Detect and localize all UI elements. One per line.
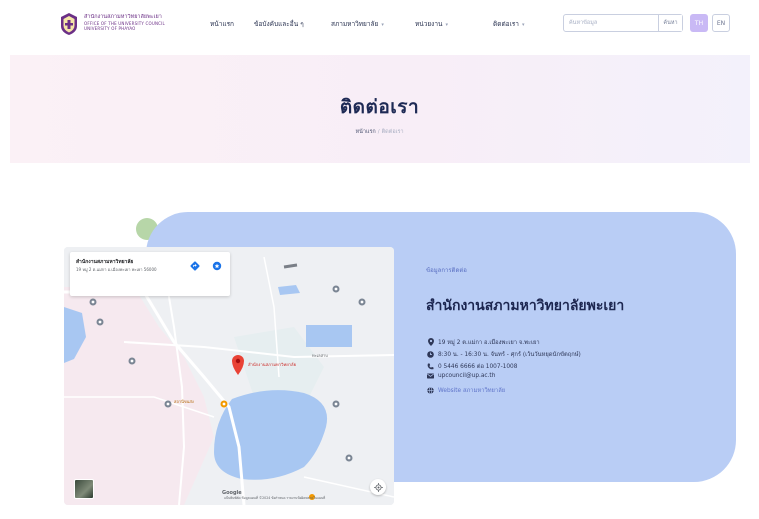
search-input[interactable] xyxy=(564,15,660,31)
crosshair-icon xyxy=(373,482,383,492)
logo-university-name: UNIVERSITY OF PHAYAO xyxy=(84,26,136,31)
contact-email[interactable]: upcouncil@up.ac.th xyxy=(426,373,495,379)
map-place-label: ทะเลสาบ xyxy=(312,353,328,358)
map-satellite-toggle[interactable] xyxy=(74,479,94,499)
location-pin-icon xyxy=(426,338,435,346)
nav-item-home[interactable]: หน้าแรก xyxy=(210,19,234,29)
nav-item-label: สภามหาวิทยาลัย xyxy=(331,20,379,28)
contact-website-text: Website สภามหาวิทยาลัย xyxy=(438,388,506,394)
nav-item-label: ติดต่อเรา xyxy=(493,20,519,28)
nav-item-departments[interactable]: หน่วยงาน ▾ xyxy=(415,19,448,29)
embedded-map[interactable]: สำนักงานสภามหาวิทยาลัย ทะเลสาบ สถานีขนส่… xyxy=(64,247,394,505)
phone-icon xyxy=(426,363,435,370)
map-info-card: สำนักงานสภามหาวิทยาลัย 19 หมู่ 2 ต.แม่กา… xyxy=(70,252,230,296)
map-info-address: 19 หมู่ 2 ต.แม่กา อ.เมืองพะเยา พะเยา 560… xyxy=(76,267,157,272)
contact-email-text: upcouncil@up.ac.th xyxy=(438,373,496,379)
nav-item-label: ข้อบังคับและอื่น ๆ xyxy=(254,20,304,28)
breadcrumb-separator: / xyxy=(377,129,380,135)
contact-hours: 8:30 น. - 16:30 น. จันทร์ - ศุกร์ (เว้นว… xyxy=(426,349,581,359)
contact-address-text: 19 หมู่ 2 ต.แม่กา อ.เมืองพะเยา จ.พะเยา xyxy=(438,340,540,346)
contact-hours-text: 8:30 น. - 16:30 น. จันทร์ - ศุกร์ (เว้นว… xyxy=(438,352,581,358)
map-pin-label[interactable]: สำนักงานสภามหาวิทยาลัย xyxy=(248,362,296,367)
logo-text[interactable]: สำนักงานสภามหาวิทยาลัยพะเยา OFFICE OF TH… xyxy=(84,14,194,31)
globe-icon xyxy=(426,386,435,394)
contact-website-link[interactable]: Website สภามหาวิทยาลัย xyxy=(426,385,505,395)
directions-icon[interactable] xyxy=(188,259,202,273)
contact-address: 19 หมู่ 2 ต.แม่กา อ.เมืองพะเยา จ.พะเยา xyxy=(426,337,540,347)
map-info-name[interactable]: สำนักงานสภามหาวิทยาลัย xyxy=(76,258,133,266)
university-emblem-icon[interactable] xyxy=(60,13,78,35)
language-en-button[interactable]: EN xyxy=(712,14,730,32)
breadcrumb-home-link[interactable]: หน้าแรก xyxy=(355,129,375,135)
chevron-down-icon: ▾ xyxy=(445,22,448,28)
language-th-button[interactable]: TH xyxy=(690,14,708,32)
save-icon[interactable] xyxy=(210,259,224,273)
nav-item-regulations[interactable]: ข้อบังคับและอื่น ๆ xyxy=(254,19,304,29)
clock-icon xyxy=(426,350,435,358)
logo-thai-name: สำนักงานสภามหาวิทยาลัยพะเยา xyxy=(84,14,162,20)
breadcrumb-current: ติดต่อเรา xyxy=(381,129,404,135)
contact-phone-text: 0 5446 6666 ต่อ 1007-1008 xyxy=(438,364,518,370)
map-locate-button[interactable] xyxy=(370,479,386,495)
contact-title: สำนักงานสภามหาวิทยาลัยพะเยา xyxy=(426,298,625,314)
nav-item-label: หน่วยงาน xyxy=(415,20,443,28)
contact-kicker: ข้อมูลการติดต่อ xyxy=(426,267,467,274)
map-attribution: แป้นพิมพ์ลัด ข้อมูลแผนที่ ©2024 ข้อกำหนด… xyxy=(224,496,326,500)
nav-item-label: หน้าแรก xyxy=(210,20,234,28)
mail-icon xyxy=(426,373,435,379)
search-box: ค้นหา xyxy=(563,14,683,32)
page-title: ติดต่อเรา xyxy=(339,96,420,118)
nav-item-contact[interactable]: ติดต่อเรา ▾ xyxy=(493,19,524,29)
site-header: สำนักงานสภามหาวิทยาลัยพะเยา OFFICE OF TH… xyxy=(0,0,759,48)
chevron-down-icon: ▾ xyxy=(521,22,525,28)
chevron-down-icon: ▾ xyxy=(381,22,384,28)
breadcrumb: หน้าแรก / ติดต่อเรา xyxy=(0,128,759,136)
search-button[interactable]: ค้นหา xyxy=(658,15,682,31)
nav-item-council[interactable]: สภามหาวิทยาลัย ▾ xyxy=(331,19,384,29)
contact-phone: 0 5446 6666 ต่อ 1007-1008 xyxy=(426,361,517,371)
map-place-label: สถานีขนส่ง xyxy=(174,399,194,404)
